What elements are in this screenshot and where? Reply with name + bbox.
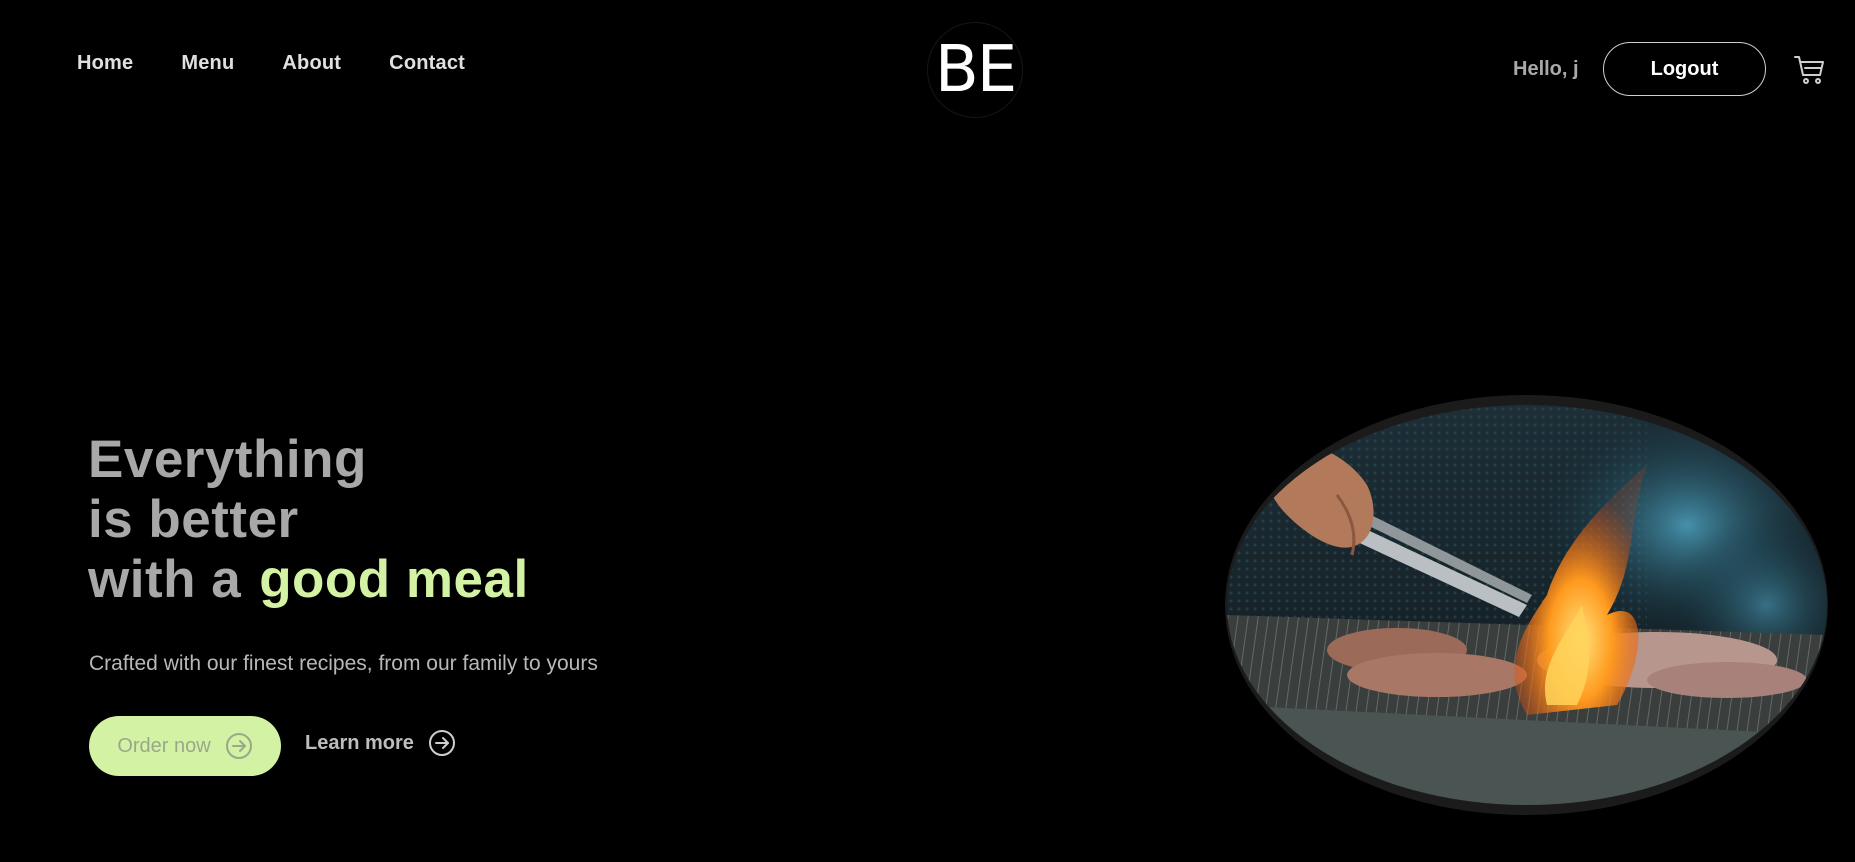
headline-accent: good meal <box>259 550 529 609</box>
arrow-right-circle-icon <box>428 730 455 756</box>
hero-headline: Everything is better with a good meal <box>88 430 529 610</box>
page: Home Menu About Contact BE Hello, j Logo… <box>0 0 1855 862</box>
headline-line-3-prefix: with a <box>88 550 242 609</box>
nav-menu[interactable]: Menu <box>181 52 234 75</box>
headline-line-3: with a good meal <box>88 550 529 610</box>
hero-image <box>1227 405 1827 805</box>
learn-more-label: Learn more <box>305 731 414 754</box>
learn-more-link[interactable]: Learn more <box>305 729 456 757</box>
logout-button[interactable]: Logout <box>1603 42 1766 96</box>
hero-image-frame <box>1225 395 1828 815</box>
nav-home[interactable]: Home <box>77 52 133 75</box>
headline-line-2: is better <box>88 490 299 549</box>
main-nav: Home Menu About Contact <box>77 52 465 75</box>
cart-icon[interactable] <box>1793 53 1827 87</box>
order-now-button[interactable]: Order now <box>89 716 281 776</box>
arrow-right-circle-icon <box>225 733 252 759</box>
order-now-label: Order now <box>117 734 211 757</box>
grill-illustration <box>1227 405 1827 805</box>
headline-line-1: Everything <box>88 430 367 489</box>
hero-subtitle: Crafted with our finest recipes, from ou… <box>89 652 598 675</box>
brand-logo[interactable]: BE <box>927 22 1023 118</box>
nav-contact[interactable]: Contact <box>389 52 465 75</box>
nav-about[interactable]: About <box>282 52 341 75</box>
user-greeting: Hello, j <box>1513 58 1579 80</box>
